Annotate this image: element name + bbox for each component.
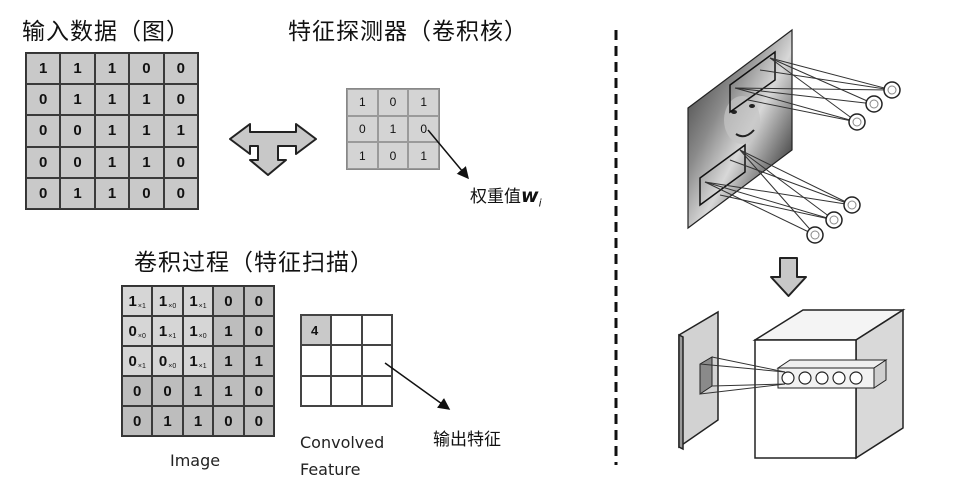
conv-block-illustration bbox=[678, 308, 906, 460]
down-arrow-icon bbox=[770, 257, 807, 297]
diagram-graphics bbox=[229, 28, 906, 465]
output-pointer-arrow bbox=[384, 362, 451, 410]
face-plane-illustration bbox=[687, 28, 901, 244]
transform-arrow-icon bbox=[229, 123, 317, 176]
weight-pointer-arrow bbox=[427, 129, 469, 180]
